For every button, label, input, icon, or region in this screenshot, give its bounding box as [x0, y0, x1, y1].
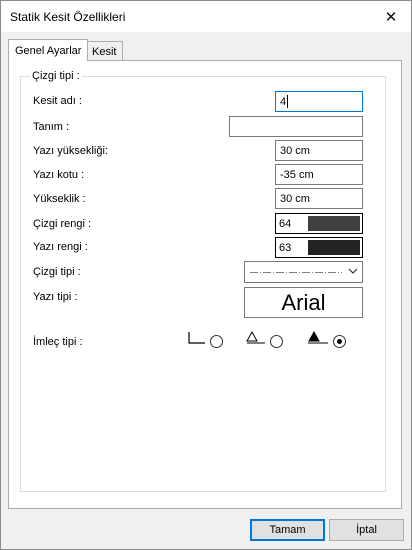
- yukseklik-label: Yükseklik :: [33, 193, 86, 205]
- line-type-group: [20, 76, 386, 492]
- cizgi-rengi-value: 64: [279, 217, 292, 230]
- yazi-rengi-swatch: [308, 240, 360, 255]
- kesit-adi-input[interactable]: 4: [275, 91, 363, 112]
- cancel-button[interactable]: İptal: [329, 519, 404, 541]
- tab-kesit[interactable]: Kesit: [85, 41, 124, 61]
- tanim-label: Tanım :: [33, 121, 70, 133]
- text-caret: [287, 95, 289, 108]
- line-type-select[interactable]: [244, 261, 363, 283]
- tab-genel-ayarlar[interactable]: Genel Ayarlar: [8, 39, 89, 61]
- cizgi-tipi-label: Çizgi tipi :: [33, 266, 81, 278]
- imlec-radio-2[interactable]: [270, 335, 283, 348]
- title-bar: Statik Kesit Özellikleri ✕: [1, 1, 411, 32]
- corner-cursor-icon: [188, 332, 205, 344]
- cizgi-rengi-picker[interactable]: 64: [275, 213, 363, 234]
- filled-triangle-cursor-icon: [308, 331, 328, 344]
- window-title: Statik Kesit Özellikleri: [10, 10, 126, 24]
- yazi-kotu-value: -35 cm: [280, 168, 314, 181]
- yazi-kotu-input[interactable]: -35 cm: [275, 164, 363, 185]
- font-select-button[interactable]: Arial: [244, 287, 363, 318]
- dash-dot-line-preview: [250, 272, 342, 273]
- yukseklik-value: 30 cm: [280, 192, 310, 205]
- imlec-tipi-label: İmleç tipi :: [33, 336, 83, 348]
- chevron-down-icon: [348, 268, 358, 274]
- kesit-adi-value: 4: [280, 95, 287, 108]
- yazi-yuksekligi-input[interactable]: 30 cm: [275, 140, 363, 161]
- cizgi-rengi-label: Çizgi rengi :: [33, 218, 92, 230]
- kesit-adi-label: Kesit adı :: [33, 95, 82, 107]
- tanim-input[interactable]: [229, 116, 363, 137]
- yazi-tipi-label: Yazı tipi :: [33, 291, 78, 303]
- yazi-rengi-picker[interactable]: 63: [275, 237, 363, 258]
- yukseklik-input[interactable]: 30 cm: [275, 188, 363, 209]
- yazi-rengi-value: 63: [279, 241, 292, 254]
- yazi-rengi-label: Yazı rengi :: [33, 241, 88, 253]
- close-button[interactable]: ✕: [371, 1, 411, 32]
- outline-triangle-cursor-icon: [246, 331, 265, 344]
- group-label: Çizgi tipi :: [30, 70, 82, 82]
- yazi-kotu-label: Yazı kotu :: [33, 169, 85, 181]
- imlec-radio-3[interactable]: [333, 335, 346, 348]
- cizgi-rengi-swatch: [308, 216, 360, 231]
- ok-button[interactable]: Tamam: [250, 519, 325, 541]
- imlec-radio-1[interactable]: [210, 335, 223, 348]
- yazi-yuksekligi-value: 30 cm: [280, 144, 310, 157]
- yazi-yuksekligi-label: Yazı yüksekliği:: [33, 145, 108, 157]
